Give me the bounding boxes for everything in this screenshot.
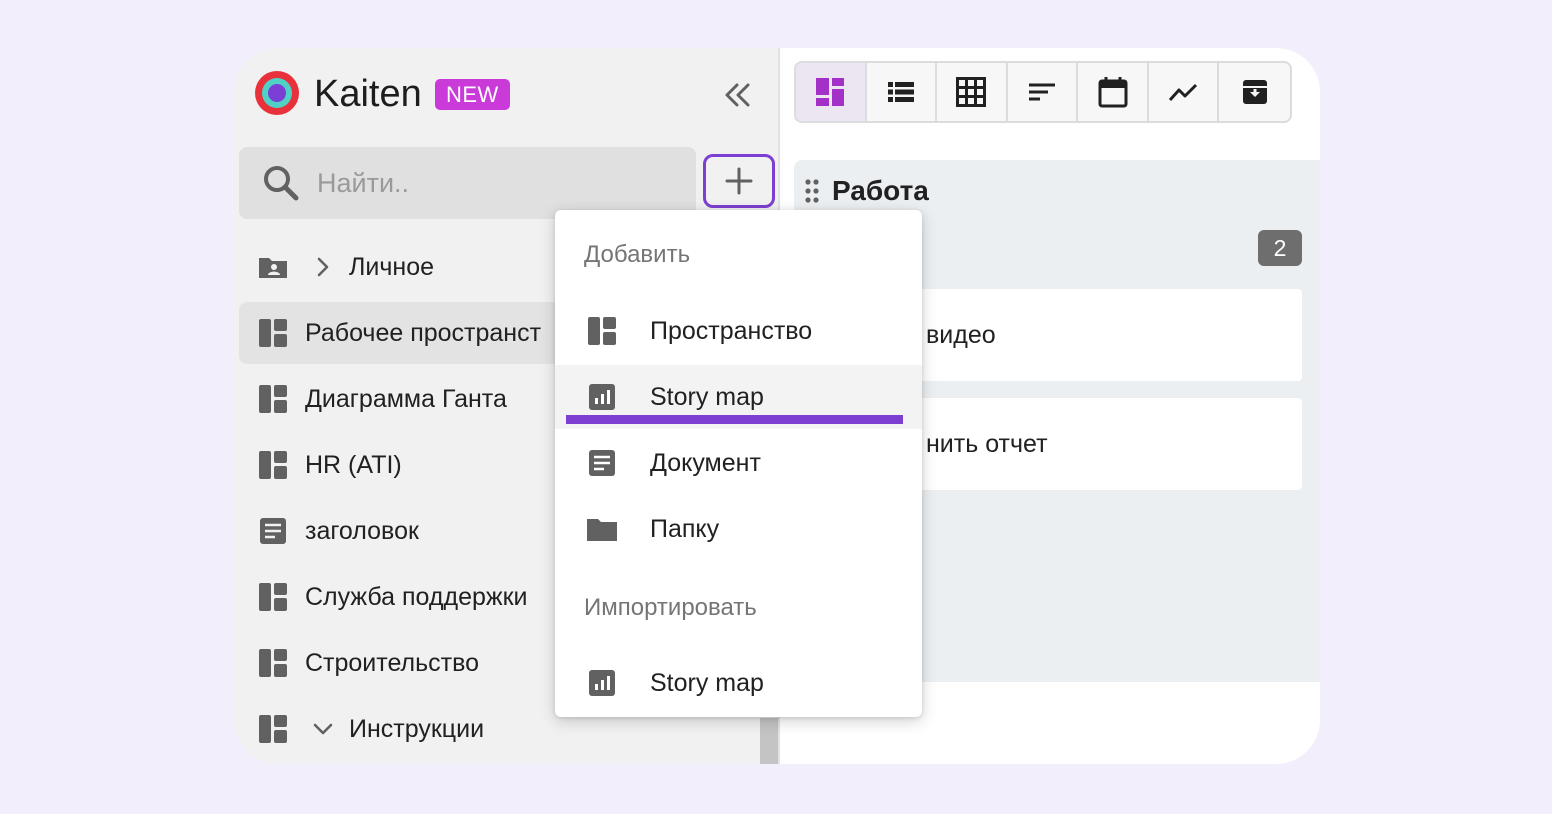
trend-icon	[1169, 83, 1198, 102]
card-title: видео	[926, 321, 996, 349]
list-icon	[887, 82, 914, 102]
search-icon	[264, 166, 299, 201]
archive-view-button[interactable]	[1219, 63, 1290, 121]
space-icon	[588, 317, 616, 345]
board-header-strip	[780, 146, 1320, 160]
sidebar-item-label: Личное	[349, 253, 435, 281]
view-toolbar	[794, 61, 1292, 123]
menu-item-document[interactable]: Документ	[555, 431, 922, 495]
board-view-button[interactable]	[796, 63, 867, 121]
story-map-icon	[589, 670, 615, 696]
menu-item-label: Папку	[650, 515, 720, 543]
report-view-button[interactable]	[1149, 63, 1220, 121]
sidebar-scrollbar[interactable]	[760, 718, 778, 764]
brand-name: Kaiten	[314, 73, 422, 115]
sidebar-item-label: Инструкции	[349, 715, 485, 743]
kaiten-logo-icon	[255, 71, 299, 115]
menu-item-label: Story map	[650, 383, 764, 411]
sidebar-item-label: Рабочее пространст	[305, 319, 542, 347]
add-menu: Добавить Пространство Story map Документ…	[555, 210, 922, 717]
column-count-badge: 2	[1258, 230, 1302, 266]
sort-icon	[1029, 83, 1056, 101]
menu-item-label: Документ	[650, 449, 761, 477]
chevron-down-icon[interactable]	[311, 717, 335, 741]
folder-icon	[587, 519, 617, 541]
drag-handle-icon[interactable]	[804, 178, 820, 204]
search-box	[239, 147, 696, 219]
space-icon	[259, 649, 287, 677]
new-badge: NEW	[435, 79, 510, 110]
plus-icon	[725, 167, 753, 195]
chevron-right-icon[interactable]	[311, 255, 335, 279]
story-map-icon	[589, 384, 615, 410]
dashboard-icon	[816, 78, 845, 106]
menu-item-space[interactable]: Пространство	[555, 299, 922, 363]
document-icon	[589, 450, 615, 476]
menu-item-folder[interactable]: Папку	[555, 497, 922, 561]
sidebar-item-label: Диаграмма Ганта	[305, 385, 507, 413]
sidebar-item-label: HR (ATI)	[305, 451, 402, 479]
card-title: нить отчет	[926, 430, 1048, 458]
space-icon	[259, 715, 287, 743]
document-icon	[260, 518, 286, 544]
sidebar-item-label: заголовок	[305, 517, 419, 545]
space-icon	[259, 583, 287, 611]
space-icon	[259, 319, 287, 347]
search-input[interactable]	[317, 161, 677, 205]
sidebar-item-label: Служба поддержки	[305, 583, 528, 611]
list-view-button[interactable]	[867, 63, 938, 121]
menu-item-import-story-map[interactable]: Story map	[555, 651, 922, 715]
menu-header-import: Импортировать	[584, 594, 757, 621]
menu-item-label: Story map	[650, 669, 764, 697]
double-chevron-left-icon[interactable]	[718, 76, 756, 114]
board-card[interactable]: видео	[894, 289, 1302, 381]
menu-header-add: Добавить	[584, 241, 691, 268]
calendar-icon	[1098, 77, 1128, 108]
calendar-view-button[interactable]	[1078, 63, 1149, 121]
folder-person-icon	[259, 258, 287, 278]
grid-icon	[956, 77, 987, 107]
board-card[interactable]: нить отчет	[894, 398, 1302, 490]
sidebar-item-label: Строительство	[305, 649, 479, 677]
timeline-view-button[interactable]	[1008, 63, 1079, 121]
space-icon	[259, 451, 287, 479]
add-button[interactable]	[703, 154, 775, 208]
archive-icon	[1242, 80, 1267, 104]
space-icon	[259, 385, 287, 413]
highlight-underline	[566, 415, 903, 424]
menu-item-label: Пространство	[650, 317, 813, 345]
board-title: Работа	[832, 175, 929, 206]
table-view-button[interactable]	[937, 63, 1008, 121]
